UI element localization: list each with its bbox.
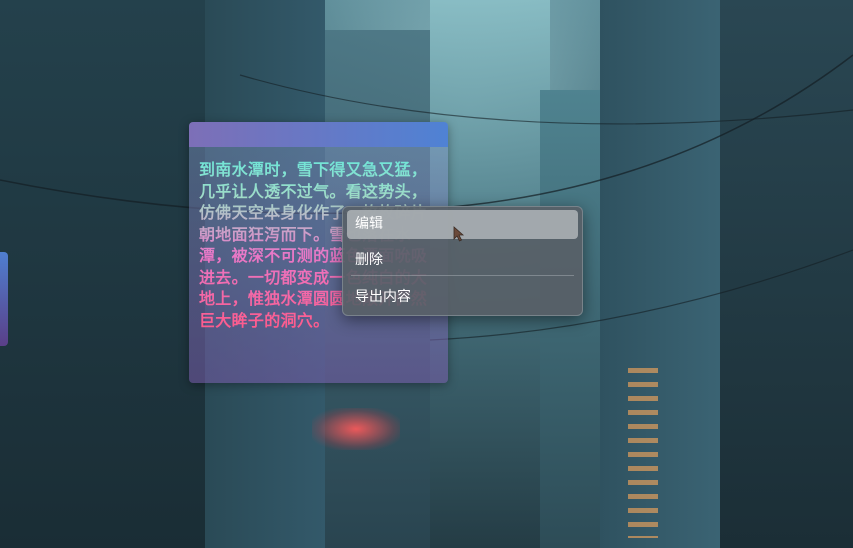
edge-widget[interactable] bbox=[0, 252, 8, 346]
menu-item-delete[interactable]: 删除 bbox=[347, 246, 578, 275]
menu-item-export-content[interactable]: 导出内容 bbox=[347, 283, 578, 312]
note-titlebar[interactable] bbox=[189, 122, 448, 147]
context-menu: 编辑 删除 导出内容 bbox=[342, 206, 583, 316]
mouse-pointer-icon bbox=[453, 226, 465, 242]
menu-separator bbox=[351, 275, 574, 276]
